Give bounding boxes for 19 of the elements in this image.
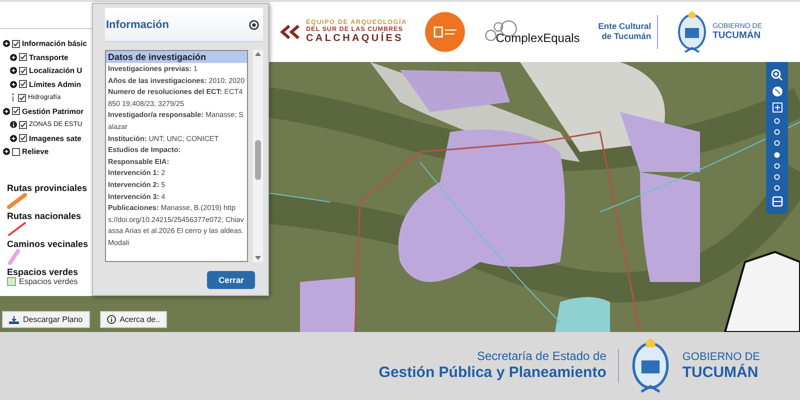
legend-title: Espacios verdes	[7, 266, 80, 276]
logo-text: de Tucumán	[602, 32, 652, 42]
section-header: Datos de investigación	[106, 51, 247, 63]
logo-text: Ente Cultural	[598, 22, 652, 32]
footer-title: TUCUMÁN	[682, 364, 760, 381]
footer-text: GOBIERNO DE	[682, 351, 760, 364]
legend-title: Caminos vecinales	[7, 238, 90, 248]
logo-text: ComplexEquals	[496, 32, 580, 46]
download-button[interactable]: Descargar Plano	[2, 311, 90, 328]
popup-title: Información	[106, 18, 169, 30]
legend-title: Rutas nacionales	[7, 210, 82, 220]
legend-title: Rutas provinciales	[7, 182, 88, 192]
legend-label: Espacios verdes	[19, 276, 78, 286]
footer-title: Gestión Pública y Planeamiento	[378, 364, 606, 382]
footer-text: Secretaría de Estado de	[476, 350, 606, 364]
close-button[interactable]: Cerrar	[207, 271, 255, 289]
logo-text: TUCUMÁN	[712, 30, 762, 42]
about-button[interactable]: Acerca de..	[100, 311, 168, 328]
logo-text: CALCHAQUÍES	[306, 33, 405, 45]
